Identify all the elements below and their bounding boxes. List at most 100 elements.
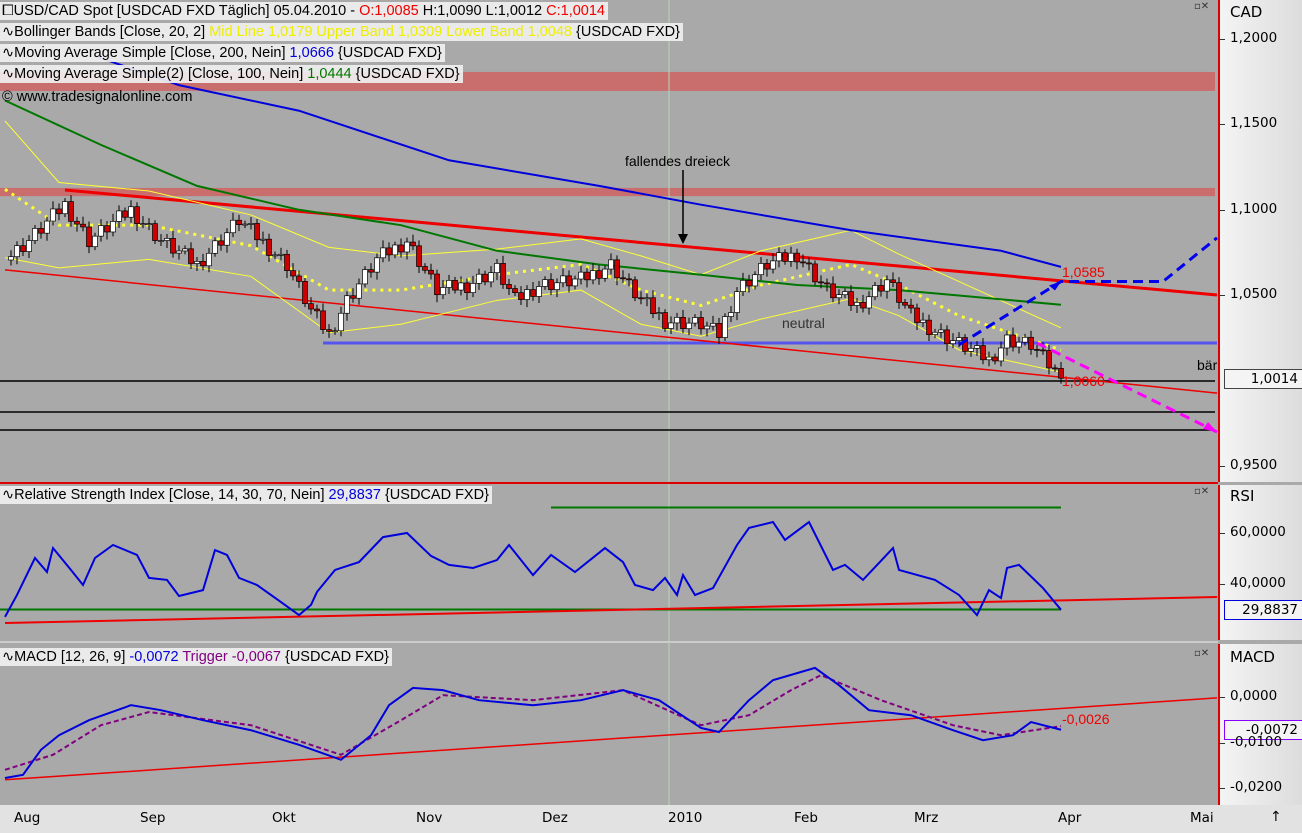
- rsi-axis[interactable]: RSI 29,8837 60,0000 40,0000: [1218, 485, 1302, 640]
- maximize-icon[interactable]: ▫✕: [1194, 1, 1209, 12]
- candle-body: [242, 223, 248, 226]
- rsi-line: [4, 520, 1062, 618]
- candle-body: [92, 235, 98, 248]
- resistance-trend-line: [64, 188, 1218, 297]
- price-axis-title: CAD: [1230, 3, 1263, 21]
- axis-tick-label: 1,2000: [1230, 30, 1278, 46]
- candle-body: [62, 201, 68, 215]
- candle-body: [410, 241, 416, 247]
- price-panel: [0, 0, 1218, 805]
- candle-body: [14, 245, 20, 258]
- candle-body: [356, 283, 362, 299]
- axis-tick-label: -0,0200: [1230, 779, 1283, 795]
- chart-plot-area[interactable]: fallendes dreieck neutral 1,0585 1,0060 …: [0, 0, 1218, 833]
- maximize-icon[interactable]: ▫✕: [1194, 648, 1209, 659]
- candle-body: [938, 329, 944, 333]
- candle-body: [914, 307, 920, 323]
- legend-macd[interactable]: ∿MACD [12, 26, 9] -0,0072 Trigger -0,006…: [0, 648, 392, 666]
- candle-body: [494, 263, 500, 274]
- candle-body: [446, 279, 452, 288]
- candle-body: [206, 252, 212, 267]
- legend-rsi[interactable]: ∿Relative Strength Index [Close, 14, 30,…: [0, 486, 492, 504]
- annotation-level-low: 1,0060: [1062, 373, 1105, 389]
- candle-body: [374, 257, 380, 273]
- candle-body: [452, 279, 458, 291]
- month-label: 2010: [668, 810, 703, 826]
- candle-body: [572, 278, 578, 287]
- candle-body: [308, 303, 314, 310]
- candle-body: [482, 273, 488, 283]
- candle-body: [872, 285, 878, 298]
- axis-tick: [1220, 533, 1225, 534]
- candle-body: [266, 238, 272, 256]
- candle-body: [350, 295, 356, 299]
- candle-body: [1040, 349, 1046, 352]
- candle-body: [386, 247, 392, 256]
- candle-body: [200, 261, 206, 267]
- legend-symbol[interactable]: ⧠USD/CAD Spot [USDCAD FXD Täglich] 05.04…: [0, 2, 608, 20]
- candle-body: [926, 319, 932, 336]
- candle-body: [578, 271, 584, 280]
- candle-body: [644, 297, 650, 300]
- legend-bollinger[interactable]: ∿Bollinger Bands [Close, 20, 2] Mid Line…: [0, 23, 683, 41]
- price-axis[interactable]: CAD 1,0014 1,2000 1,1500 1,1000 1,0500 0,950…: [1218, 0, 1302, 482]
- candle-body: [332, 330, 338, 333]
- candle-body: [284, 253, 290, 271]
- candle-body: [344, 295, 350, 314]
- open-value: O:1,0085: [359, 3, 419, 19]
- bollinger-values: Mid Line 1,0179 Upper Band 1,0309 Lower …: [209, 24, 572, 40]
- candle-body: [728, 312, 734, 317]
- candle-body: [668, 322, 674, 329]
- candle-body: [278, 253, 284, 256]
- macd-axis[interactable]: MACD -0,0072 0,0000 -0,0100 -0,0200: [1218, 644, 1302, 805]
- candle-body: [542, 279, 548, 287]
- candle-body: [1010, 334, 1016, 348]
- maximize-icon[interactable]: ▫✕: [1194, 486, 1209, 497]
- macd-panel: [4, 666, 1218, 781]
- candle-body: [422, 266, 428, 271]
- candle-body: [50, 208, 56, 222]
- legend-ma200[interactable]: ∿Moving Average Simple [Close, 200, Nein…: [0, 44, 445, 62]
- candle-body: [968, 347, 974, 352]
- candle-body: [20, 245, 26, 252]
- candle-body: [488, 272, 494, 283]
- annotation-bear: bär: [1197, 357, 1218, 373]
- candle-body: [602, 268, 608, 279]
- candle-body: [710, 323, 716, 327]
- candle-body: [992, 356, 998, 362]
- candle-body: [104, 225, 110, 233]
- indicator-wave-icon: ∿: [2, 45, 15, 61]
- candle-body: [866, 296, 872, 309]
- candle-body: [620, 277, 626, 280]
- candle-body: [956, 337, 962, 341]
- candle-body: [596, 270, 602, 279]
- candle-body: [320, 310, 326, 330]
- arrow-up-icon[interactable]: ↑: [1270, 809, 1282, 825]
- macd-axis-title: MACD: [1230, 648, 1275, 666]
- candle-body: [584, 271, 590, 281]
- bollinger-lower-band: [4, 257, 1062, 373]
- candle-body: [998, 347, 1004, 362]
- candle-body: [812, 263, 818, 283]
- candle-body: [548, 279, 554, 290]
- scroll-corner[interactable]: ↑: [1218, 805, 1302, 833]
- candle-body: [368, 269, 374, 273]
- axis-tick: [1220, 742, 1225, 744]
- candle-body: [500, 263, 506, 285]
- candle-body: [44, 220, 50, 234]
- candle-body: [764, 263, 770, 270]
- candle-body: [746, 279, 752, 287]
- low-value: L:1,0012: [481, 3, 543, 19]
- axis-tick-label: 1,1500: [1230, 115, 1278, 132]
- current-rsi-tag: 29,8837: [1224, 600, 1302, 620]
- legend-ma100[interactable]: ∿Moving Average Simple(2) [Close, 100, N…: [0, 65, 463, 83]
- candle-body: [188, 248, 194, 264]
- candle-body: [842, 291, 848, 296]
- candle-body: [212, 240, 218, 254]
- candle-body: [656, 312, 662, 314]
- candle-body: [524, 289, 530, 300]
- candle-body: [902, 302, 908, 306]
- candle-body: [590, 270, 596, 281]
- candle-body: [296, 275, 302, 282]
- candle-body: [674, 316, 680, 324]
